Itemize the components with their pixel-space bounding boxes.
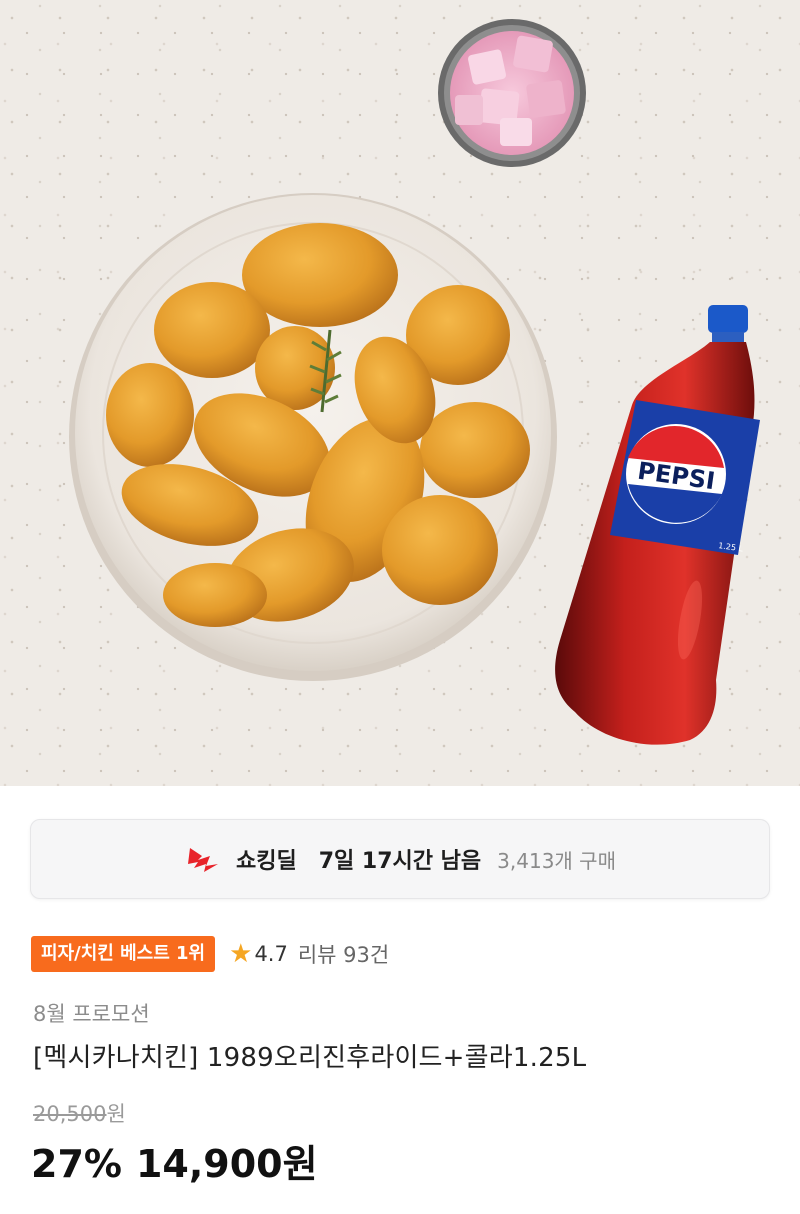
badge-row: 피자/치킨 베스트 1위 ★ 4.7 리뷰 93건 bbox=[31, 935, 389, 973]
discount-rate: 27% bbox=[31, 1142, 122, 1186]
deal-name: 쇼킹딜 bbox=[235, 849, 297, 874]
pickled-radish-bowl bbox=[438, 19, 586, 167]
review-count-link[interactable]: 리뷰 93건 bbox=[298, 939, 389, 969]
deal-time-left: 7일 17시간 남음 bbox=[318, 849, 482, 874]
original-price: 20,500원 bbox=[33, 1098, 126, 1128]
deal-purchase-count: 3,413개 구매 bbox=[497, 848, 616, 873]
rating-value: 4.7 bbox=[254, 942, 288, 966]
product-title: [멕시카나치킨] 1989오리진후라이드+콜라1.25L bbox=[33, 1043, 587, 1073]
rank-badge[interactable]: 피자/치킨 베스트 1위 bbox=[31, 936, 216, 972]
lightning-bolt-icon bbox=[187, 848, 218, 872]
sale-price: 14,900원 bbox=[135, 1142, 318, 1186]
chicken-plate bbox=[69, 193, 557, 681]
shocking-deal-bar[interactable]: 쇼킹딜 7일 17시간 남음 3,413개 구매 bbox=[30, 819, 770, 899]
hero-illustration: PEPSI 1.25 L bbox=[69, 19, 760, 745]
cola-bottle: PEPSI 1.25 L bbox=[555, 305, 760, 745]
product-hero-image: PEPSI 1.25 L bbox=[0, 0, 800, 786]
original-price-value: 20,500 bbox=[33, 1102, 107, 1126]
price-row: 27% 14,900원 bbox=[31, 1133, 318, 1188]
promo-label: 8월 프로모션 bbox=[33, 1002, 150, 1026]
star-icon: ★ bbox=[229, 939, 253, 969]
original-price-unit: 원 bbox=[106, 1102, 126, 1126]
